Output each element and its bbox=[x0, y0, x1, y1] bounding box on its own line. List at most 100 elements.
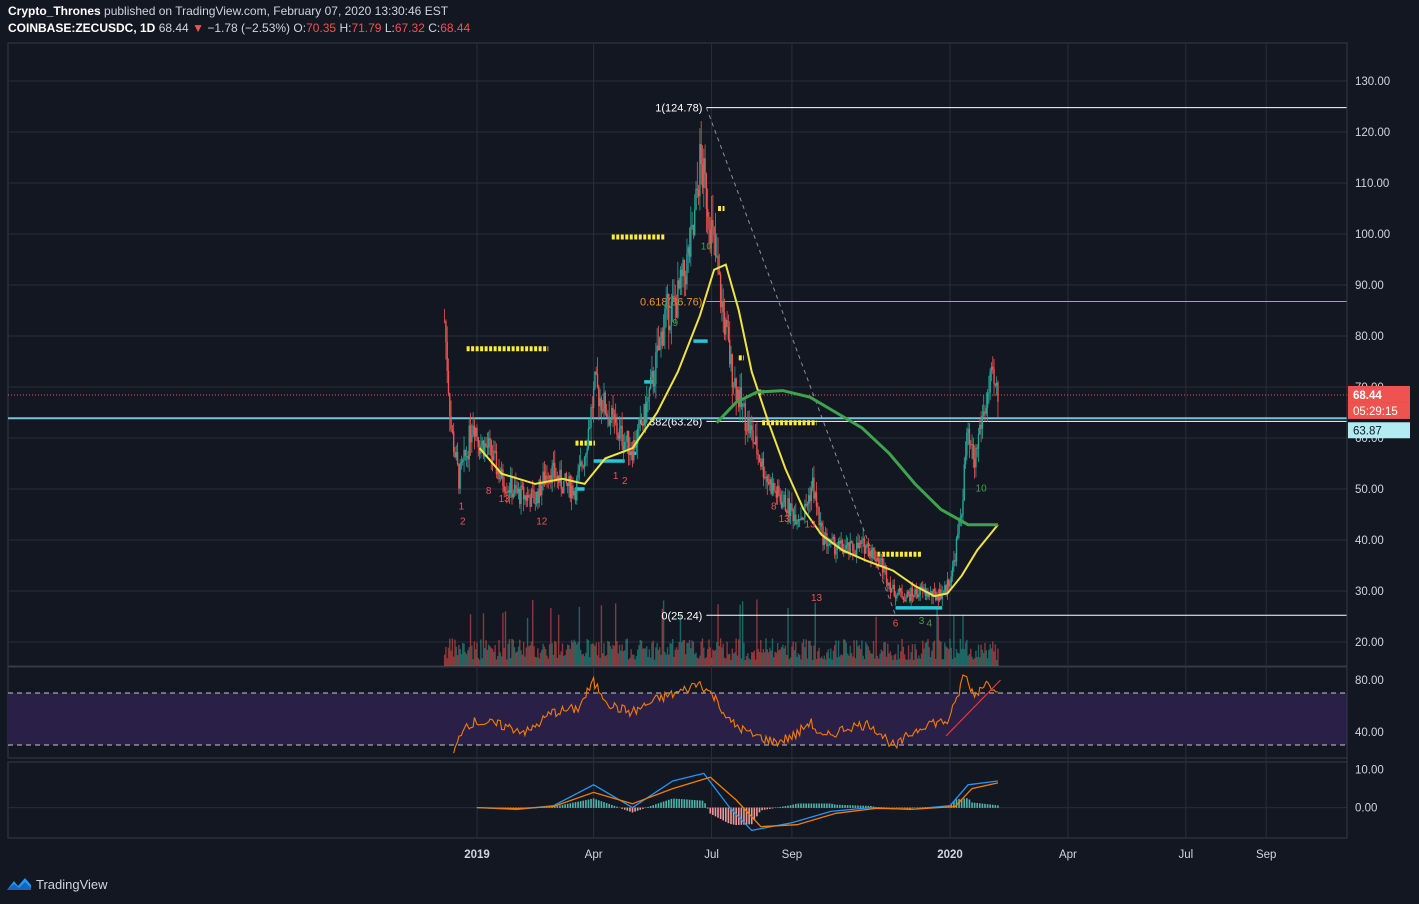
macd-histogram-bar bbox=[787, 805, 789, 808]
td-count-red: 13 bbox=[811, 593, 823, 604]
volume-bar bbox=[884, 641, 886, 666]
volume-bar bbox=[889, 651, 892, 666]
volume-bar bbox=[538, 658, 540, 666]
volume-bar bbox=[940, 641, 942, 666]
candle-body bbox=[962, 500, 964, 516]
rsi-tick-label: 80.00 bbox=[1355, 675, 1384, 687]
macd-histogram-bar bbox=[712, 807, 714, 815]
candle-body bbox=[534, 503, 537, 504]
candle-body bbox=[801, 517, 803, 520]
candle-body bbox=[581, 461, 583, 467]
candle-body bbox=[765, 476, 767, 478]
volume-bar bbox=[872, 640, 875, 666]
volume-bar bbox=[626, 638, 629, 666]
volume-bar bbox=[763, 652, 766, 666]
volume-bar bbox=[451, 638, 454, 666]
volume-bar bbox=[865, 642, 867, 666]
volume-bar bbox=[465, 654, 468, 666]
candle-body bbox=[589, 427, 591, 429]
candle-body bbox=[521, 485, 524, 487]
volume-bar bbox=[822, 658, 824, 666]
volume-bar bbox=[526, 617, 529, 666]
volume-bar bbox=[868, 650, 871, 666]
candle-body bbox=[653, 383, 656, 387]
candle-body bbox=[469, 425, 472, 443]
candle-body bbox=[704, 158, 706, 174]
candle-body bbox=[906, 591, 908, 598]
volume-bar bbox=[687, 642, 689, 666]
candle-body bbox=[692, 224, 695, 235]
price-pane bbox=[7, 42, 1348, 667]
candle-body bbox=[735, 378, 737, 401]
price-tick-label: 20.00 bbox=[1355, 637, 1384, 649]
macd-histogram-bar bbox=[782, 806, 784, 808]
volume-bar bbox=[653, 659, 656, 666]
candle-body bbox=[725, 319, 727, 335]
volume-bar bbox=[706, 649, 709, 666]
candle-body bbox=[529, 497, 531, 507]
chart-canvas[interactable]: 1(124.78)0.618(86.76)0.382(63.26)0(25.24… bbox=[0, 0, 1419, 904]
volume-bar bbox=[519, 639, 521, 666]
countdown-label: 05:29:15 bbox=[1353, 406, 1398, 418]
volume-bar bbox=[928, 647, 930, 666]
candle-body bbox=[752, 429, 754, 443]
candle-body bbox=[827, 544, 829, 547]
macd-histogram-bar bbox=[725, 807, 727, 822]
volume-bar bbox=[559, 654, 561, 666]
candle-body bbox=[703, 158, 705, 188]
volume-bar bbox=[871, 653, 873, 666]
volume-bar bbox=[958, 653, 960, 666]
volume-bar bbox=[946, 647, 949, 666]
volume-bar bbox=[802, 638, 805, 666]
candle-body bbox=[748, 418, 750, 434]
candle-body bbox=[622, 445, 625, 450]
candle-body bbox=[563, 480, 565, 494]
volume-bar bbox=[776, 643, 779, 666]
volume-bar bbox=[524, 656, 526, 666]
candle-body bbox=[487, 437, 490, 448]
macd-histogram-bar bbox=[595, 799, 598, 808]
candle-body bbox=[811, 477, 814, 488]
candle-body bbox=[992, 366, 994, 370]
volume-bar bbox=[520, 650, 522, 666]
volume-bar bbox=[727, 654, 730, 666]
candle-body bbox=[732, 386, 735, 388]
candle-body bbox=[666, 293, 669, 299]
candle-body bbox=[776, 485, 779, 498]
time-tick-label: Sep bbox=[782, 849, 802, 861]
candle-body bbox=[443, 320, 446, 322]
volume-bar bbox=[793, 650, 796, 666]
macd-histogram-bar bbox=[673, 798, 675, 808]
volume-bar bbox=[629, 657, 631, 666]
candle-body bbox=[503, 485, 505, 492]
tradingview-logo-icon bbox=[7, 878, 31, 890]
candle-body bbox=[817, 506, 819, 508]
candle-body bbox=[758, 455, 761, 462]
moving-averages bbox=[478, 263, 999, 598]
volume-bar bbox=[640, 640, 643, 666]
candle-body bbox=[618, 428, 621, 439]
candle-body bbox=[773, 482, 775, 491]
volume-bar bbox=[673, 656, 675, 666]
candle-body bbox=[599, 398, 601, 407]
candle-body bbox=[490, 440, 492, 456]
volume-bar bbox=[918, 655, 920, 666]
tradingview-brand[interactable]: TradingView bbox=[6, 876, 108, 892]
macd-tick-label: 0.00 bbox=[1355, 803, 1377, 815]
price-tick-label: 100.00 bbox=[1355, 229, 1390, 241]
volume-bar bbox=[954, 657, 956, 666]
volume-bar bbox=[986, 658, 989, 666]
macd-histogram-bar bbox=[610, 804, 613, 808]
fib-label: 0(25.24) bbox=[661, 610, 702, 622]
candle-body bbox=[997, 382, 999, 402]
volume-bar bbox=[579, 649, 582, 666]
candle-body bbox=[554, 462, 556, 479]
volume-bar bbox=[779, 649, 781, 666]
candle-body bbox=[700, 143, 702, 165]
volume-bar bbox=[967, 655, 969, 666]
candle-body bbox=[727, 326, 730, 340]
volume-bar bbox=[644, 648, 647, 666]
volume-bar bbox=[975, 650, 977, 666]
macd-histogram-bar bbox=[989, 804, 991, 808]
volume-bar bbox=[677, 649, 679, 666]
